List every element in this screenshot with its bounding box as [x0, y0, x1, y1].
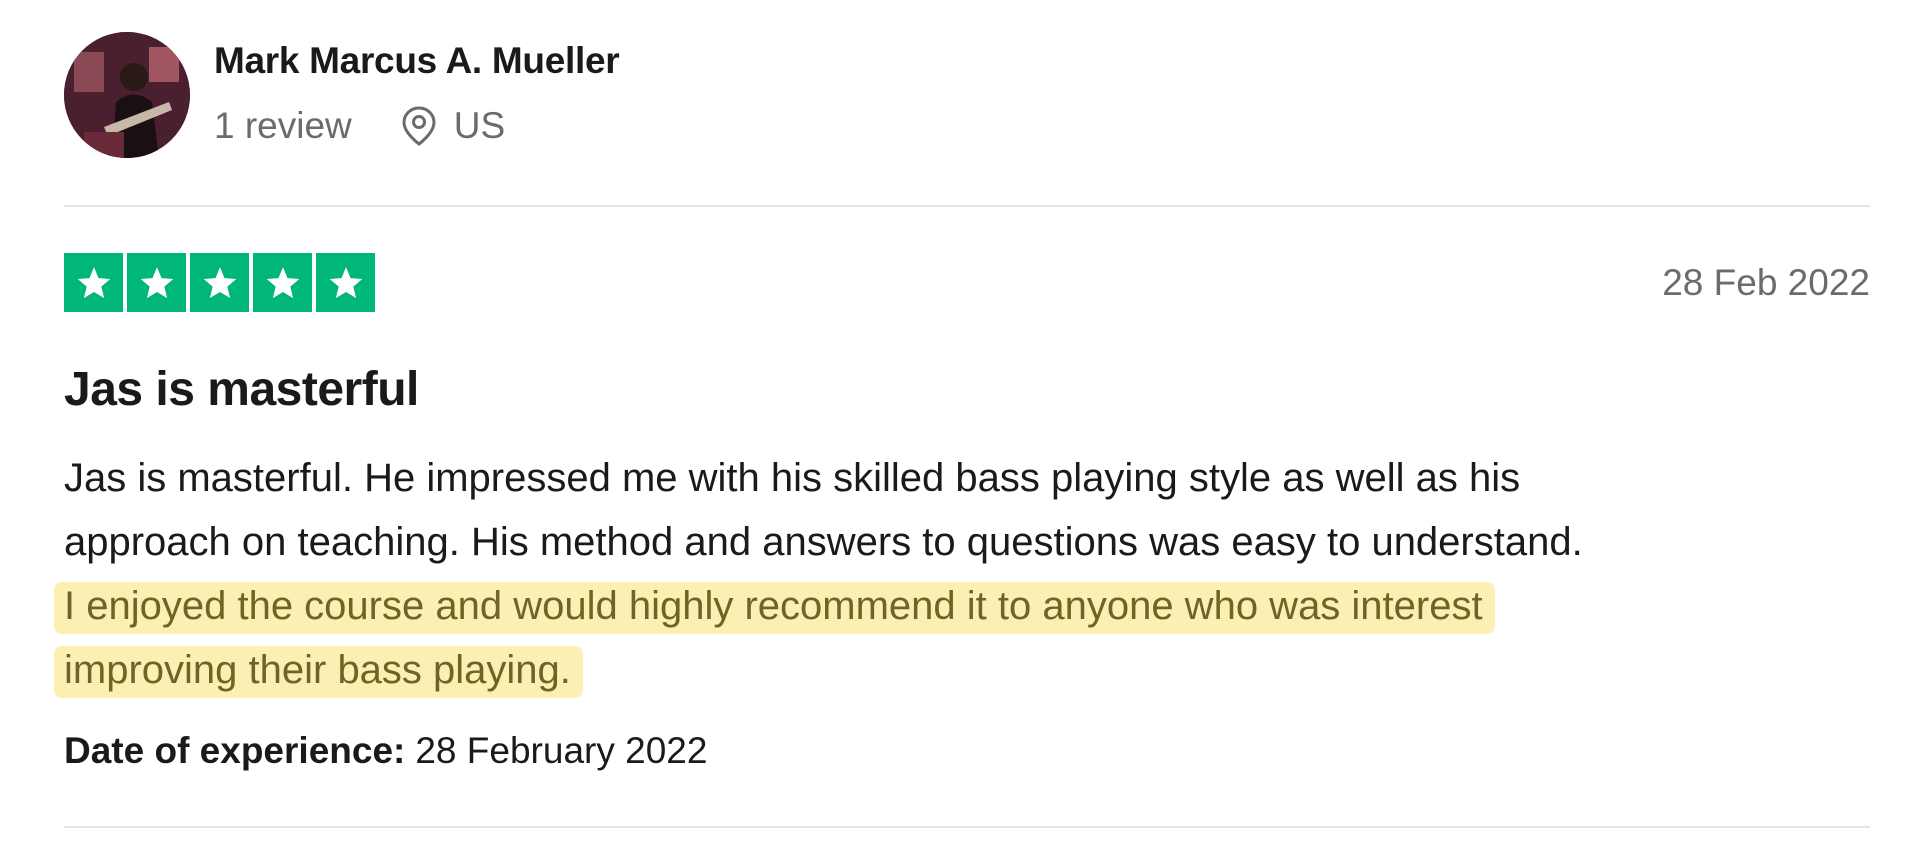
date-of-experience: Date of experience: 28 February 2022	[64, 730, 707, 772]
review-count: 1 review	[214, 105, 352, 146]
review-body-line-highlighted: I enjoyed the course and would highly re…	[54, 574, 1884, 638]
star-icon	[190, 253, 249, 312]
divider	[64, 826, 1870, 828]
star-icon	[64, 253, 123, 312]
reviewer-meta: 1 review US	[214, 102, 505, 150]
experience-date: 28 February 2022	[415, 730, 708, 771]
reviewer-header: Mark Marcus A. Mueller 1 review US	[64, 32, 964, 158]
experience-label: Date of experience:	[64, 730, 406, 771]
highlighted-text: I enjoyed the course and would highly re…	[54, 582, 1495, 634]
reviewer-country: US	[453, 105, 506, 146]
review-title[interactable]: Jas is masterful	[64, 362, 419, 417]
star-rating	[64, 253, 375, 312]
review-body-line: Jas is masterful. He impressed me with h…	[64, 456, 1521, 500]
highlighted-text: improving their bass playing.	[54, 646, 583, 698]
review-body: Jas is masterful. He impressed me with h…	[54, 446, 1884, 702]
star-icon	[253, 253, 312, 312]
star-icon	[316, 253, 375, 312]
reviewer-avatar[interactable]	[64, 32, 190, 158]
review-body-line-highlighted: improving their bass playing.	[54, 638, 1884, 702]
review-card: Mark Marcus A. Mueller 1 review US 28 Fe…	[54, 0, 1870, 853]
divider	[64, 205, 1870, 207]
map-pin-icon	[400, 105, 438, 147]
avatar-photo-icon	[64, 32, 190, 158]
star-icon	[127, 253, 186, 312]
review-date: 28 Feb 2022	[1662, 262, 1870, 303]
review-body-line: approach on teaching. His method and ans…	[64, 520, 1583, 564]
reviewer-name[interactable]: Mark Marcus A. Mueller	[214, 40, 620, 82]
